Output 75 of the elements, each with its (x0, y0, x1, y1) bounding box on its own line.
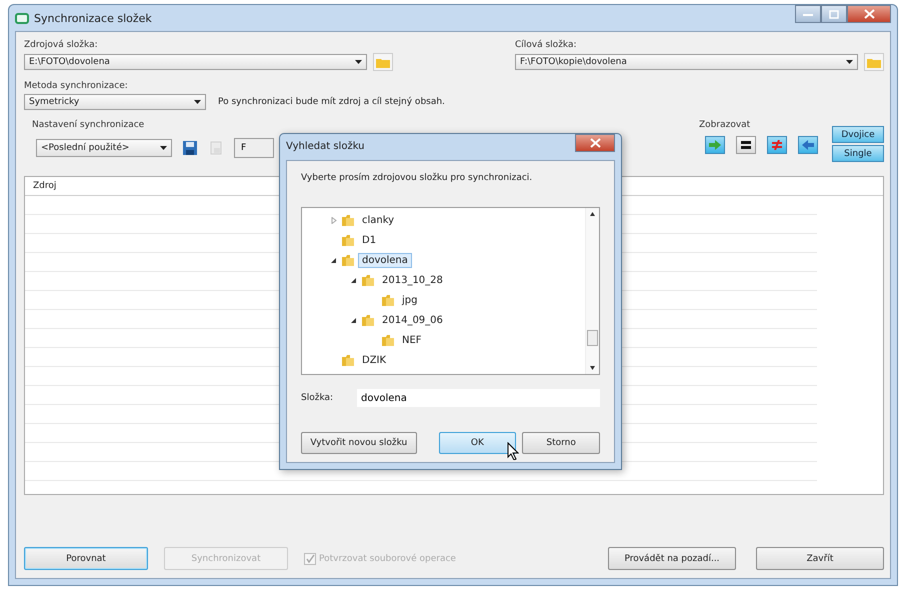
scrollbar-thumb[interactable] (587, 330, 598, 346)
folder-icon (341, 354, 355, 366)
method-label: Metoda synchronizace: (24, 81, 129, 91)
left-arrow-icon (802, 140, 814, 150)
expanded-arrow-icon[interactable] (350, 276, 357, 284)
folder-tree-item[interactable]: D1 (358, 232, 380, 248)
equal-filter-button[interactable] (736, 136, 756, 154)
folder-label: Složka: (301, 393, 334, 403)
caret-icon (194, 100, 201, 104)
close-icon (864, 9, 874, 19)
close-button[interactable] (847, 5, 891, 23)
column-header: Zdroj (33, 181, 56, 191)
expanded-arrow-icon[interactable] (330, 256, 337, 264)
folder-icon (341, 234, 355, 246)
folder-icon (381, 294, 395, 306)
settings-label: Nastavení synchronizace (32, 120, 146, 130)
footer-button[interactable]: Provádět na pozadí... (608, 547, 736, 570)
folder-tree-item[interactable]: clanky (358, 212, 398, 228)
caret-icon (846, 60, 853, 64)
source-folder-label: Zdrojová složka: (24, 40, 99, 50)
minimize-icon (803, 12, 813, 16)
footer-button[interactable]: Zavřít (756, 547, 884, 570)
folder-tree-item[interactable]: 2013_10_28 (378, 272, 447, 288)
minimize-button[interactable] (795, 5, 821, 23)
footer-button[interactable]: Porovnat (24, 547, 148, 570)
view-label: Zobrazovat (699, 120, 752, 130)
vertical-scrollbar[interactable] (585, 208, 599, 374)
folder-icon (376, 56, 390, 68)
close-button[interactable] (575, 134, 615, 152)
maximize-button[interactable] (821, 5, 847, 23)
target-folder-label: Cílová složka: (515, 40, 578, 50)
folder-name-field[interactable]: dovolena (357, 389, 600, 407)
folder-tree-item[interactable]: DZIK (358, 352, 390, 368)
folder-tree-item[interactable]: NEF (398, 332, 426, 348)
scroll-down-arrow-icon[interactable] (590, 366, 595, 370)
folder-icon (381, 334, 395, 346)
window-title: Synchronizace složek (34, 12, 152, 25)
caret-icon (355, 60, 362, 64)
dialog-button[interactable]: OK (438, 432, 516, 454)
folder-tree-item[interactable]: jpg (398, 292, 422, 308)
view-mode-button[interactable]: Single (832, 145, 884, 162)
left-arrow-filter-button[interactable] (798, 136, 818, 154)
save-icon[interactable] (182, 140, 198, 156)
folder-icon (341, 254, 355, 266)
folder-icon (341, 214, 355, 226)
not-equal-filter-button[interactable] (767, 136, 787, 154)
folder-tree-item[interactable]: dovolena (358, 252, 412, 268)
right-arrow-icon (709, 140, 721, 150)
caret-icon (160, 146, 167, 150)
target-folder-combo[interactable]: F:\FOTO\kopie\dovolena (515, 54, 858, 70)
folder-icon (361, 274, 375, 286)
right-arrow-filter-button[interactable] (705, 136, 725, 154)
dialog-button[interactable]: Storno (522, 432, 600, 454)
method-combo[interactable]: Symetricky (24, 94, 206, 110)
source-folder-combo[interactable]: E:\FOTO\dovolena (24, 54, 367, 70)
close-icon (590, 138, 600, 148)
folder-tree-item[interactable]: 2014_09_06 (378, 312, 447, 328)
dialog-title: Vyhledat složku (286, 140, 365, 152)
folder-icon (361, 314, 375, 326)
equals-icon (741, 141, 751, 149)
folder-icon (867, 56, 881, 68)
app-icon (15, 13, 29, 24)
maximize-icon (829, 10, 839, 18)
confirm-label: Potvrzovat souborové operace (319, 554, 456, 564)
dialog-prompt: Vyberte prosím zdrojovou složku pro synchronizaci. (301, 173, 534, 183)
expanded-arrow-icon[interactable] (350, 316, 357, 324)
view-mode-button[interactable]: Dvojice (832, 126, 884, 143)
scroll-up-arrow-icon[interactable] (590, 212, 595, 216)
mouse-pointer-icon (507, 442, 519, 460)
method-description: Po synchronizaci bude mít zdroj a cíl stejný obsah. (218, 97, 445, 107)
settings-combo[interactable]: <Poslední použité> (36, 139, 172, 157)
collapsed-arrow-icon[interactable] (330, 216, 337, 224)
not-equal-icon (772, 140, 782, 150)
settings-button[interactable]: F (234, 138, 274, 158)
dialog-button[interactable]: Vytvořit novou složku (301, 432, 417, 454)
